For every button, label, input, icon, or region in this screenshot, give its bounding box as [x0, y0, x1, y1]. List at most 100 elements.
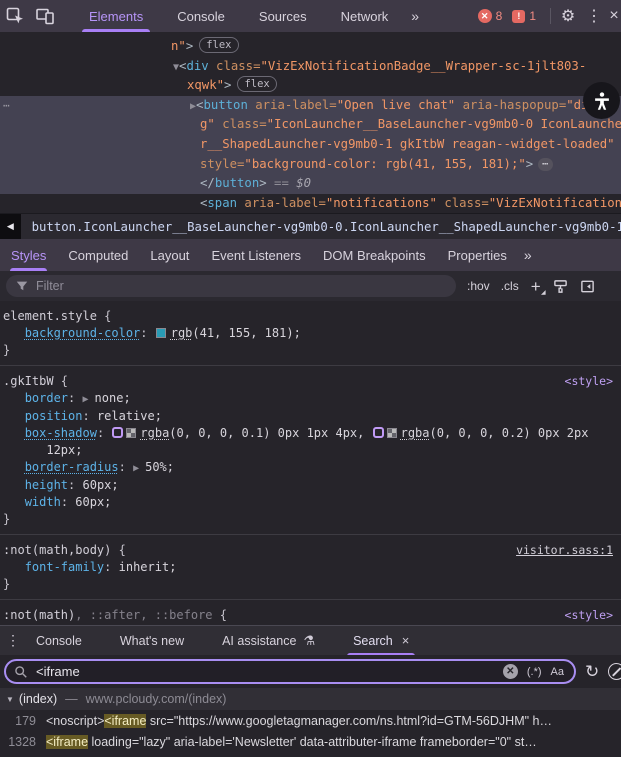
dom-tree-node[interactable]: ⋯▶<button aria-label="Open live chat" ar… [0, 96, 621, 116]
css-rule[interactable]: :not(math), ::after, ::before { font-fam… [0, 600, 621, 625]
settings-gear-icon[interactable]: ⚙ [555, 0, 581, 32]
regex-toggle-icon[interactable]: (.*) [527, 666, 542, 678]
tab-event-listeners[interactable]: Event Listeners [200, 239, 312, 271]
css-rule-line[interactable]: 12px; [3, 442, 621, 459]
tab-dom-breakpoints[interactable]: DOM Breakpoints [312, 239, 437, 271]
tab-styles[interactable]: Styles [0, 239, 57, 271]
tab-network[interactable]: Network [324, 0, 406, 32]
search-result-row[interactable]: 179<noscript><iframe src="https://www.go… [0, 710, 621, 731]
css-rule-line[interactable]: border-radius: ▶ 50%; [3, 459, 621, 477]
dom-tree-node[interactable]: </button> == $0 [0, 174, 621, 194]
css-rule-line[interactable]: } [3, 576, 621, 593]
search-result-file-header[interactable]: ▼ (index) — www.pcloudy.com/(index) [0, 688, 621, 710]
css-rule-line[interactable]: border: ▶ none; [3, 390, 621, 408]
device-toolbar-icon[interactable] [30, 0, 60, 32]
css-rule-line[interactable]: box-shadow: rgba(0, 0, 0, 0.1) 0px 1px 4… [3, 425, 621, 442]
breadcrumb-scroll-left-button[interactable]: ◀ [0, 214, 21, 240]
code-token: ▶ [133, 463, 145, 474]
code-token: height [25, 478, 68, 492]
code-token: position [25, 409, 83, 423]
elements-tree: n">flex▼<div class="VizExNotificationBad… [0, 32, 621, 213]
code-token: $0 [296, 176, 311, 190]
close-devtools-icon[interactable]: × [607, 0, 621, 32]
styles-filter-field[interactable] [6, 275, 456, 297]
code-token: { [97, 309, 111, 323]
search-toolbar: ✕ (.*) Aa ↻ [0, 655, 621, 688]
clear-results-icon[interactable] [608, 663, 621, 680]
drawer-tab-ai-assistance[interactable]: AI assistance⚗ [212, 626, 325, 656]
css-rule-line[interactable]: } [3, 511, 621, 528]
css-rule-line[interactable]: font-family: inherit; [3, 559, 621, 576]
css-rule-line[interactable]: position: relative; [3, 408, 621, 425]
code-token [3, 460, 25, 474]
search-field[interactable]: ✕ (.*) Aa [4, 659, 576, 684]
dom-tree-node[interactable]: g" class="IconLauncher__BaseLauncher-vg9… [0, 115, 621, 135]
drawer-tab-what-s-new[interactable]: What's new [110, 626, 194, 656]
refresh-search-icon[interactable]: ↻ [585, 662, 599, 682]
code-token: rgb [171, 326, 193, 340]
dom-tree-node[interactable]: r__ShapedLauncher-vg9mb0-1 gkItbW reagan… [0, 135, 621, 155]
search-input[interactable] [36, 664, 503, 679]
toggle-element-classes-button[interactable]: .cls [501, 279, 519, 293]
code-token: ▶ [83, 394, 95, 405]
dom-tree-node[interactable]: n">flex [0, 37, 621, 57]
search-results: ▼ (index) — www.pcloudy.com/(index) 179<… [0, 688, 621, 757]
kebab-menu-icon[interactable]: ⋮ [581, 0, 607, 32]
styles-filter-input[interactable] [36, 279, 416, 293]
drawer-tab-console[interactable]: Console [26, 626, 92, 656]
dom-tree-node[interactable]: xqwk">flex [0, 76, 621, 96]
drawer-tab-bar: ⋮ Console What's new AI assistance⚗ Search× [0, 625, 621, 655]
accessibility-icon[interactable] [583, 82, 620, 119]
issues-badge[interactable]: ! 1 [512, 9, 536, 23]
color-format-brush-icon[interactable] [553, 279, 568, 294]
tab-layout[interactable]: Layout [139, 239, 200, 271]
code-token [387, 428, 397, 438]
toggle-hover-state-button[interactable]: :hov [467, 279, 490, 293]
result-file-name: (index) [19, 692, 57, 706]
devtools-window: ElementsConsoleSourcesNetwork » ✕ 8 ! 1 … [0, 0, 621, 757]
tab-computed[interactable]: Computed [57, 239, 139, 271]
css-rule-line[interactable]: .gkItbW { [3, 373, 621, 390]
new-style-rule-button[interactable]: + ◢ [531, 278, 541, 295]
rule-source-link[interactable]: visitor.sass:1 [516, 543, 613, 557]
console-errors-badge[interactable]: ✕ 8 [478, 9, 503, 23]
css-rule-line[interactable]: element.style { [3, 308, 621, 325]
tab-sources[interactable]: Sources [242, 0, 324, 32]
error-count: 8 [496, 9, 503, 23]
tab-console[interactable]: Console [160, 0, 242, 32]
search-icon [14, 665, 28, 679]
code-token: rgba [401, 426, 430, 440]
dom-tree-node[interactable]: ▼<div class="VizExNotificationBadge__Wra… [0, 57, 621, 77]
result-file-url: www.pcloudy.com/(index) [86, 692, 227, 706]
rule-source-link[interactable]: <style> [565, 608, 613, 622]
css-rule-line[interactable]: width: 60px; [3, 494, 621, 511]
match-case-toggle-icon[interactable]: Aa [551, 666, 564, 678]
css-rule[interactable]: element.style { background-color: rgb(41… [0, 301, 621, 366]
css-rule-line[interactable]: background-color: rgb(41, 155, 181); [3, 325, 621, 342]
drawer-tab-search[interactable]: Search× [343, 626, 419, 656]
css-rule[interactable]: :not(math,body) { font-family: inherit;}… [0, 535, 621, 600]
toggle-sidebar-panel-icon[interactable] [580, 279, 595, 294]
css-rule-line[interactable]: } [3, 342, 621, 359]
css-rule-line[interactable]: :not(math), ::after, ::before { [3, 607, 621, 624]
rule-source-link[interactable]: <style> [565, 374, 613, 388]
tab-properties[interactable]: Properties [437, 239, 518, 271]
code-token: r__ShapedLauncher-vg9mb0-1 gkItbW reagan… [200, 137, 615, 151]
more-sidebar-tabs-button[interactable]: » [518, 247, 536, 263]
close-tab-icon[interactable]: × [402, 633, 410, 648]
styles-sidebar-tabs: StylesComputedLayoutEvent ListenersDOM B… [0, 239, 621, 271]
more-tabs-button[interactable]: » [405, 8, 423, 24]
code-token: (41, 155, 181); [192, 326, 300, 340]
css-rule[interactable]: .gkItbW { border: ▶ none; position: rela… [0, 366, 621, 535]
drawer-kebab-menu-icon[interactable]: ⋮ [0, 626, 26, 656]
inspect-element-icon[interactable] [0, 0, 30, 32]
drawer-tab-label: What's new [120, 634, 184, 648]
tab-elements[interactable]: Elements [72, 0, 160, 32]
dom-tree-node[interactable]: style="background-color: rgb(41, 155, 18… [0, 155, 621, 175]
drawer-tabs: Console What's new AI assistance⚗ Search× [26, 626, 437, 656]
dom-tree-node[interactable]: <span aria-label="notifications" class="… [0, 194, 621, 213]
css-rule-line[interactable]: height: 60px; [3, 477, 621, 494]
clear-search-icon[interactable]: ✕ [503, 664, 518, 679]
search-result-row[interactable]: 1328<iframe loading="lazy" aria-label='N… [0, 731, 621, 752]
breadcrumb[interactable]: button.IconLauncher__BaseLauncher-vg9mb0… [32, 220, 621, 234]
